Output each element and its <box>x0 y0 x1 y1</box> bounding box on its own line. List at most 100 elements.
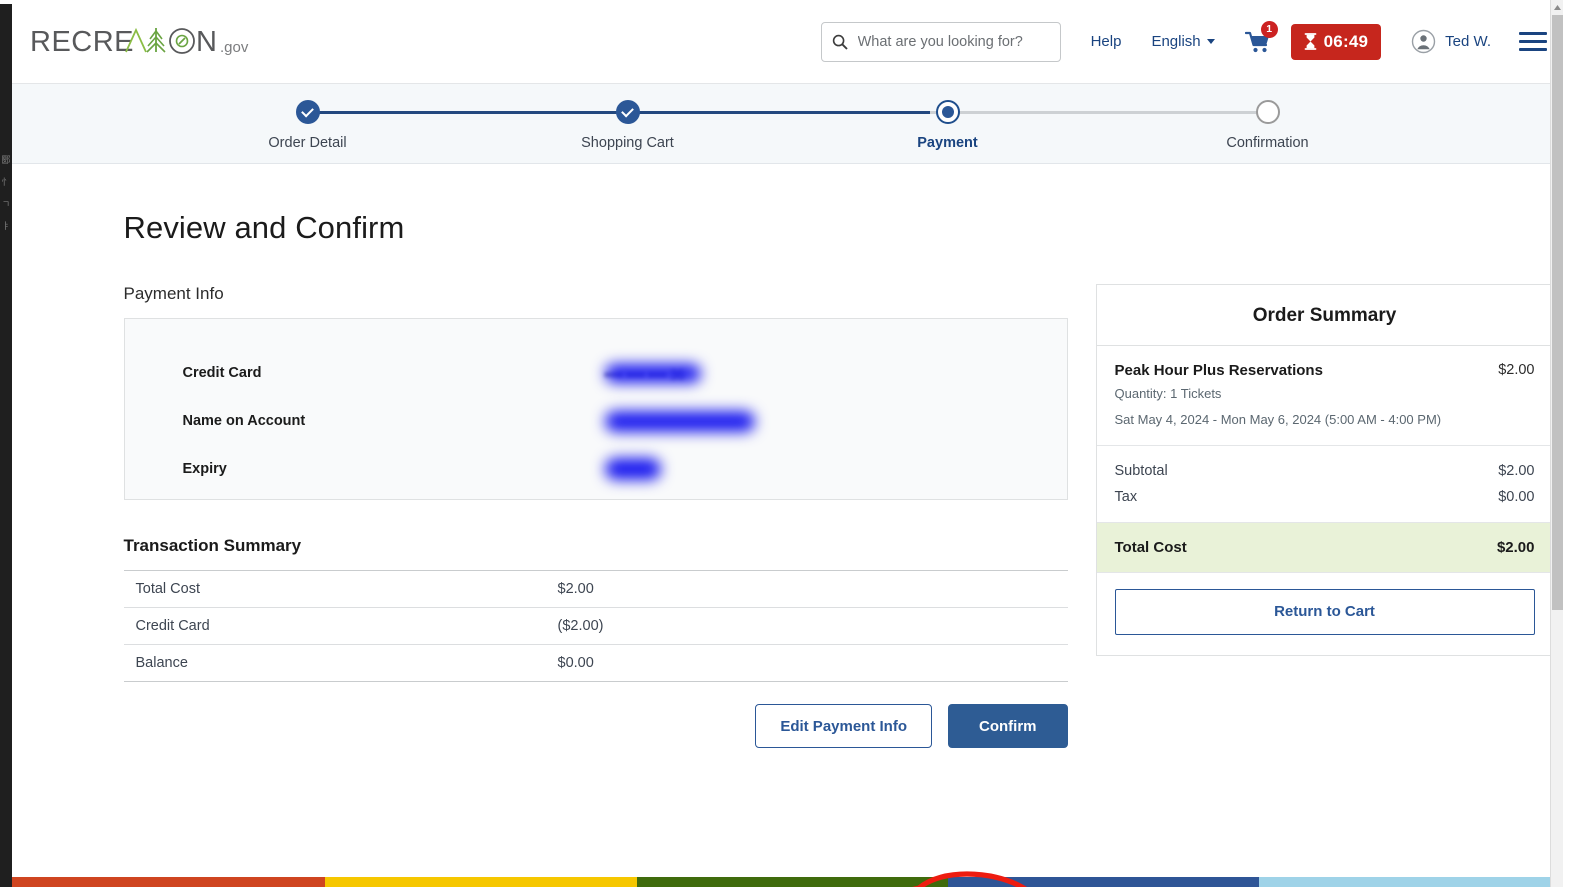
empty-circle-icon <box>1256 100 1280 124</box>
order-summary-title: Order Summary <box>1097 285 1553 346</box>
hamburger-bar <box>1519 48 1547 51</box>
transaction-value: $0.00 <box>558 645 1068 682</box>
stepper-step-label: Order Detail <box>268 135 346 151</box>
transaction-label: Balance <box>124 645 558 682</box>
transaction-value: $2.00 <box>558 571 1068 608</box>
order-summary-line-label: Tax <box>1115 489 1138 505</box>
search-box[interactable] <box>821 22 1061 62</box>
order-summary-line-label: Subtotal <box>1115 463 1168 479</box>
stepper-step-label: Payment <box>917 135 977 151</box>
table-row: Credit Card ($2.00) <box>124 608 1068 645</box>
page-title: Review and Confirm <box>124 210 1452 246</box>
payment-info-value-redacted: •••• •••• •••• 36 <box>605 364 701 383</box>
stepper-step-shopping-cart[interactable]: Shopping Cart <box>548 100 708 151</box>
chevron-down-icon <box>1207 39 1215 44</box>
stepper-step-payment[interactable]: Payment <box>868 100 1028 151</box>
return-to-cart-button[interactable]: Return to Cart <box>1115 589 1535 635</box>
hourglass-icon <box>1304 33 1317 50</box>
transaction-label: Total Cost <box>124 571 558 608</box>
transaction-value: ($2.00) <box>558 608 1068 645</box>
table-row: Total Cost $2.00 <box>124 571 1068 608</box>
logo-wordmark-icon: RECRE N .gov <box>30 25 272 59</box>
language-label: English <box>1151 33 1200 50</box>
scrollbar-thumb[interactable] <box>1552 15 1563 610</box>
order-summary-lines: Subtotal $2.00 Tax $0.00 <box>1097 446 1553 523</box>
payment-info-row-name-on-account: Name on Account <box>155 397 1037 445</box>
transaction-label: Credit Card <box>124 608 558 645</box>
table-row: Balance $0.00 <box>124 645 1068 682</box>
help-link[interactable]: Help <box>1091 33 1122 50</box>
payment-info-row-expiry: Expiry <box>155 445 1037 493</box>
recreation-gov-logo[interactable]: RECRE N .gov <box>30 25 272 59</box>
payment-info-label: Credit Card <box>155 365 605 381</box>
confirm-button[interactable]: Confirm <box>948 704 1068 748</box>
user-avatar-icon <box>1411 29 1436 54</box>
footer-bar-light-blue <box>1259 877 1563 887</box>
order-summary-line-item: Peak Hour Plus Reservations $2.00 Quanti… <box>1097 346 1553 446</box>
order-summary-line-value: $2.00 <box>1498 463 1534 479</box>
payment-info-label: Expiry <box>155 461 605 477</box>
order-summary-card: Order Summary Peak Hour Plus Reservation… <box>1096 284 1554 656</box>
order-item-price: $2.00 <box>1488 362 1534 378</box>
order-item-quantity: Quantity: 1 Tickets <box>1115 384 1455 405</box>
scrollbar-up-arrow-icon[interactable] <box>1551 0 1563 14</box>
order-summary-total-label: Total Cost <box>1115 539 1187 556</box>
stepper-step-label: Shopping Cart <box>581 135 674 151</box>
screen-root: 郾 忄 ㄱ ㅑ RECRE N .gov <box>0 0 1576 887</box>
right-column: Order Summary Peak Hour Plus Reservation… <box>1096 284 1554 748</box>
check-circle-icon <box>296 100 320 124</box>
cart-button[interactable]: 1 <box>1243 27 1273 57</box>
return-to-cart-wrap: Return to Cart <box>1097 573 1553 655</box>
background-window-top-edge <box>0 0 12 4</box>
page-scrollbar[interactable] <box>1550 0 1563 887</box>
search-icon <box>832 34 848 50</box>
user-account-menu[interactable]: Ted W. <box>1411 29 1491 54</box>
stepper-steps: Order Detail Shopping Cart Payment Confi… <box>228 100 1348 151</box>
stepper-step-label: Confirmation <box>1226 135 1308 151</box>
footer-bar-orange <box>12 877 325 887</box>
redaction-mark <box>605 364 701 383</box>
footer-bar-blue <box>948 877 1259 887</box>
footer-bar-yellow <box>325 877 637 887</box>
transaction-summary-heading: Transaction Summary <box>124 536 1068 556</box>
svg-text:RECRE: RECRE <box>30 26 134 58</box>
redaction-mark <box>605 458 661 480</box>
session-timer-value: 06:49 <box>1324 32 1368 52</box>
background-window-glyphs: 郾 忄 ㄱ ㅑ <box>0 150 12 280</box>
payment-info-value-redacted <box>605 458 661 480</box>
order-summary-total-value: $2.00 <box>1497 539 1535 556</box>
payment-info-value-redacted <box>605 411 755 432</box>
session-timer: 06:49 <box>1291 24 1381 60</box>
header-right-group: Help English 1 <box>821 22 1563 62</box>
hamburger-bar <box>1519 40 1547 43</box>
order-summary-line-value: $0.00 <box>1498 489 1534 505</box>
footer-color-bars <box>12 877 1563 887</box>
language-selector[interactable]: English <box>1151 33 1214 50</box>
svg-text:N: N <box>196 26 217 58</box>
hamburger-menu-icon[interactable] <box>1519 32 1547 51</box>
payment-info-label: Name on Account <box>155 413 605 429</box>
edit-payment-info-button[interactable]: Edit Payment Info <box>755 704 932 748</box>
background-window-strip: 郾 忄 ㄱ ㅑ <box>0 0 12 887</box>
browser-viewport: RECRE N .gov <box>12 0 1563 887</box>
order-summary-total-row: Total Cost $2.00 <box>1097 523 1553 573</box>
checkout-stepper: Order Detail Shopping Cart Payment Confi… <box>12 84 1563 164</box>
order-item-dates: Sat May 4, 2024 - Mon May 6, 2024 (5:00 … <box>1115 410 1455 431</box>
left-column: Payment Info Credit Card •••• •••• •••• … <box>124 284 1068 748</box>
redaction-mark <box>605 411 755 432</box>
footer-bar-green <box>637 877 948 887</box>
payment-info-heading: Payment Info <box>124 284 1068 304</box>
stepper-step-order-detail[interactable]: Order Detail <box>228 100 388 151</box>
site-header: RECRE N .gov <box>12 0 1563 84</box>
action-button-row: Edit Payment Info Confirm <box>124 704 1068 748</box>
stepper-step-confirmation[interactable]: Confirmation <box>1188 100 1348 151</box>
payment-info-row-credit-card: Credit Card •••• •••• •••• 36 <box>155 349 1037 397</box>
search-input[interactable] <box>856 33 1050 51</box>
payment-info-panel: Credit Card •••• •••• •••• 36 Name on Ac… <box>124 318 1068 500</box>
cart-badge-count: 1 <box>1261 21 1278 38</box>
user-name-label: Ted W. <box>1445 33 1491 50</box>
order-summary-tax-row: Tax $0.00 <box>1115 484 1535 510</box>
content-columns: Payment Info Credit Card •••• •••• •••• … <box>124 284 1452 748</box>
order-item-name: Peak Hour Plus Reservations <box>1115 362 1323 379</box>
svg-text:.gov: .gov <box>220 39 249 56</box>
